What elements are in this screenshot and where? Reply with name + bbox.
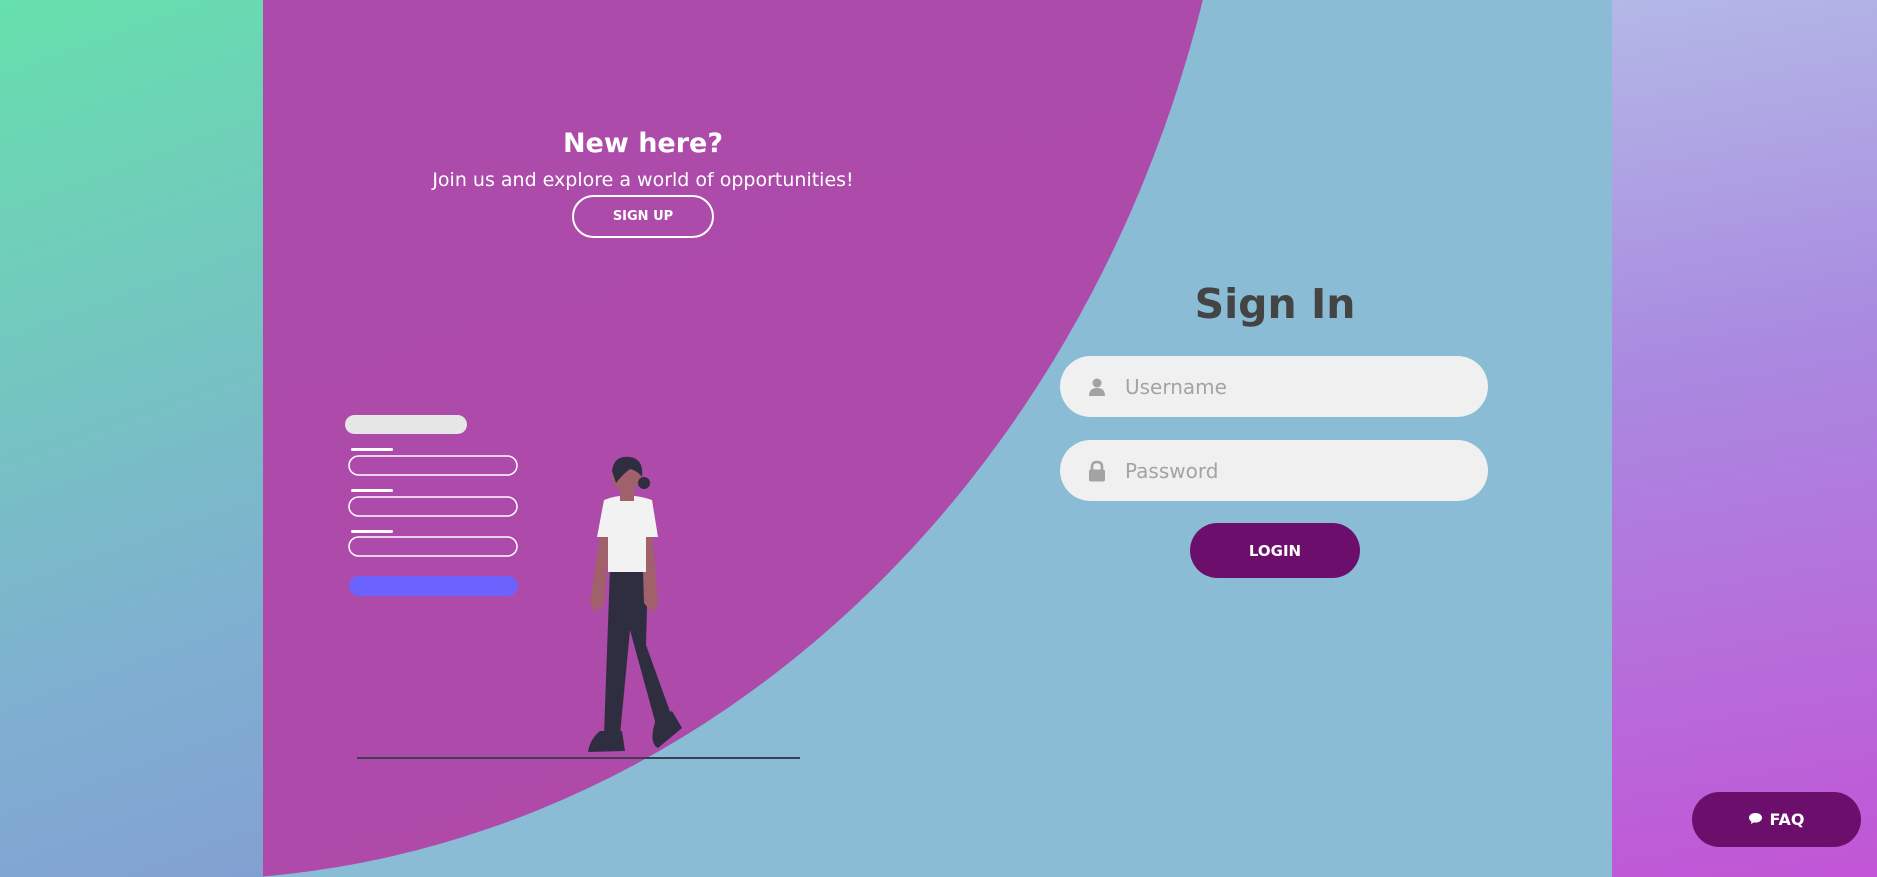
- password-input[interactable]: [1123, 457, 1467, 484]
- form-label-line: [351, 448, 393, 451]
- form-input-outline: [348, 455, 518, 476]
- username-field[interactable]: [1060, 356, 1488, 417]
- panel-subtitle: Join us and explore a world of opportuni…: [432, 169, 854, 191]
- person-with-form-illustration: [345, 415, 800, 759]
- signin-title: Sign In: [1194, 280, 1356, 328]
- lock-icon: [1086, 460, 1108, 482]
- username-input[interactable]: [1123, 373, 1467, 400]
- background-right: [1612, 0, 1877, 877]
- form-label-line: [351, 530, 393, 533]
- login-container: New here? Join us and explore a world of…: [263, 0, 1612, 877]
- form-input-outline: [348, 496, 518, 517]
- faq-button[interactable]: FAQ: [1692, 792, 1861, 847]
- signup-button[interactable]: SIGN UP: [572, 195, 714, 238]
- form-submit-bar: [349, 576, 518, 596]
- form-input-outline: [348, 536, 518, 557]
- panel-heading: New here?: [562, 128, 724, 159]
- signin-form: Sign In LOGIN: [1060, 280, 1490, 578]
- comment-icon: [1748, 810, 1763, 829]
- user-icon: [1086, 376, 1108, 398]
- form-header-bar: [345, 415, 467, 434]
- person-figure: [588, 456, 682, 752]
- form-label-line: [351, 489, 393, 492]
- login-button[interactable]: LOGIN: [1190, 523, 1360, 578]
- faq-label: FAQ: [1769, 810, 1805, 829]
- signup-panel: New here? Join us and explore a world of…: [423, 128, 863, 238]
- password-field[interactable]: [1060, 440, 1488, 501]
